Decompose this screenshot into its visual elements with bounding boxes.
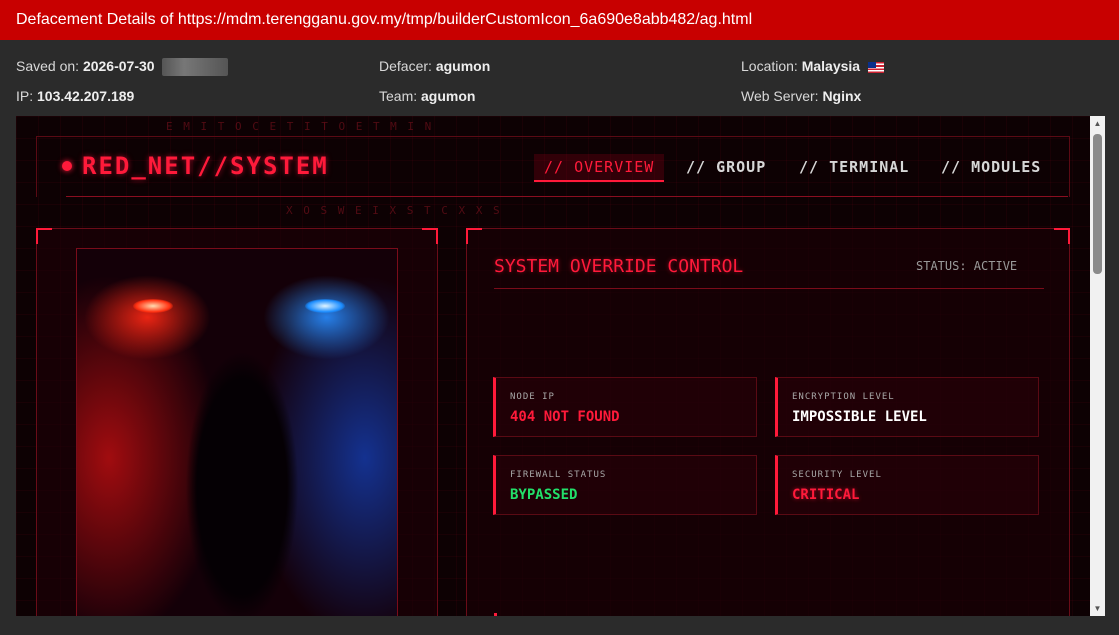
ip-row: IP: 103.42.207.189 xyxy=(16,88,134,104)
card-value: IMPOSSIBLE LEVEL xyxy=(792,409,927,425)
nav-overview[interactable]: // OVERVIEW xyxy=(534,154,665,182)
site-logo[interactable]: RED_NET//SYSTEM xyxy=(82,152,329,180)
card-value: CRITICAL xyxy=(792,487,860,503)
status-dot-icon xyxy=(62,161,72,171)
location-value: Malaysia xyxy=(801,58,861,74)
window-title: Defacement Details of https://mdm.tereng… xyxy=(0,0,1119,40)
scroll-thumb[interactable] xyxy=(1093,134,1102,274)
saved-on-value: 2026-07-30 xyxy=(82,58,155,74)
card-label: NODE IP xyxy=(510,392,555,402)
nav-group[interactable]: // GROUP xyxy=(686,158,766,176)
corner-bracket xyxy=(422,228,438,244)
scroll-down-icon[interactable]: ▼ xyxy=(1090,601,1105,616)
location-row: Location: Malaysia xyxy=(741,58,884,74)
defacer-value[interactable]: agumon xyxy=(436,58,490,74)
defacer-label: Defacer: xyxy=(379,58,432,74)
scroll-up-icon[interactable]: ▲ xyxy=(1090,116,1105,131)
card-label: SECURITY LEVEL xyxy=(792,470,882,480)
panel-title: SYSTEM OVERRIDE CONTROL xyxy=(494,256,744,277)
saved-on-row: Saved on: 2026-07-30 xyxy=(16,58,229,77)
corner-bracket xyxy=(1054,228,1070,244)
team-row: Team: agumon xyxy=(379,88,475,104)
card-security: SECURITY LEVEL CRITICAL xyxy=(775,455,1039,515)
webserver-label: Web Server: xyxy=(741,88,819,104)
ip-label: IP: xyxy=(16,88,34,104)
team-value[interactable]: agumon xyxy=(421,88,475,104)
card-value: 404 NOT FOUND xyxy=(510,409,620,425)
corner-bracket xyxy=(36,228,52,244)
corner-bracket xyxy=(466,228,482,244)
location-label: Location: xyxy=(741,58,798,74)
card-firewall: FIREWALL STATUS BYPASSED xyxy=(493,455,757,515)
hooded-figure xyxy=(167,289,317,616)
redacted-time xyxy=(162,58,229,77)
card-label: ENCRYPTION LEVEL xyxy=(792,392,895,402)
matrix-rain-mid: X O S W E I X S T C X X S xyxy=(286,204,502,217)
mirror-preview-frame[interactable]: E M I T O C E T I T O E T M I N X O S W … xyxy=(16,116,1090,616)
nav-modules[interactable]: // MODULES xyxy=(941,158,1041,176)
hacker-artwork xyxy=(76,248,398,616)
card-label: FIREWALL STATUS xyxy=(510,470,607,480)
card-value: BYPASSED xyxy=(510,487,578,503)
defacer-row: Defacer: agumon xyxy=(379,58,490,74)
webserver-value: Nginx xyxy=(822,88,862,104)
card-encryption: ENCRYPTION LEVEL IMPOSSIBLE LEVEL xyxy=(775,377,1039,437)
ip-value: 103.42.207.189 xyxy=(37,88,135,104)
panel-divider xyxy=(494,288,1044,289)
matrix-rain-top: E M I T O C E T I T O E T M I N xyxy=(166,120,434,133)
panel-status: STATUS: ACTIVE xyxy=(916,259,1018,273)
saved-on-label: Saved on: xyxy=(16,58,80,74)
section-marker xyxy=(494,613,497,616)
card-node-ip: NODE IP 404 NOT FOUND xyxy=(493,377,757,437)
frame-scrollbar[interactable]: ▲ ▼ xyxy=(1090,116,1105,616)
malaysia-flag-icon xyxy=(867,61,884,73)
nav-terminal[interactable]: // TERMINAL xyxy=(799,158,909,176)
webserver-row: Web Server: Nginx xyxy=(741,88,861,104)
navbar-divider xyxy=(66,196,1068,197)
team-label: Team: xyxy=(379,88,418,104)
